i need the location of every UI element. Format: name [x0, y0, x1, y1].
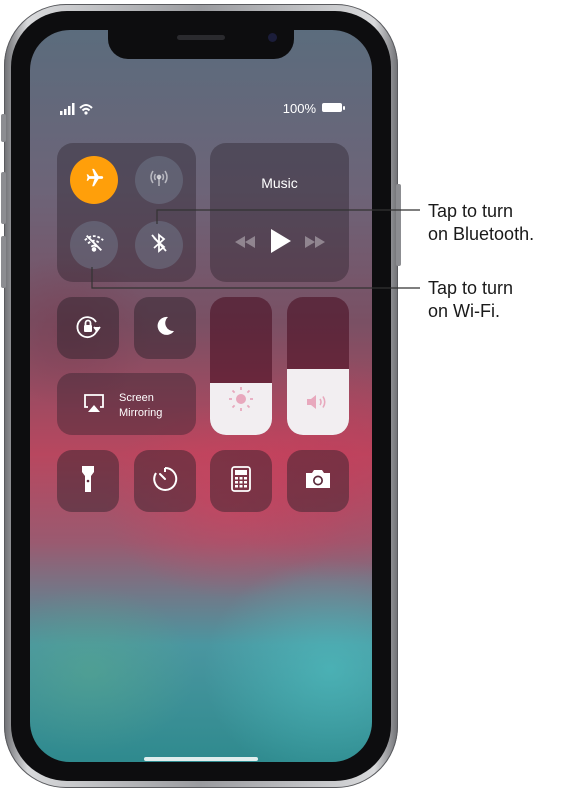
wifi-callout: Tap to turn on Wi-Fi.	[428, 277, 513, 323]
callout-lines	[91, 209, 420, 289]
wifi-callout-line	[91, 267, 420, 289]
wifi-callout-line1: Tap to turn	[428, 278, 514, 298]
bluetooth-callout-line1: Tap to turn	[428, 201, 514, 221]
bluetooth-callout-line2: on Bluetooth.	[428, 224, 535, 244]
bluetooth-callout-line	[156, 209, 420, 224]
wifi-callout-line2: on Wi-Fi.	[428, 301, 500, 321]
bluetooth-callout: Tap to turn on Bluetooth.	[428, 200, 534, 246]
